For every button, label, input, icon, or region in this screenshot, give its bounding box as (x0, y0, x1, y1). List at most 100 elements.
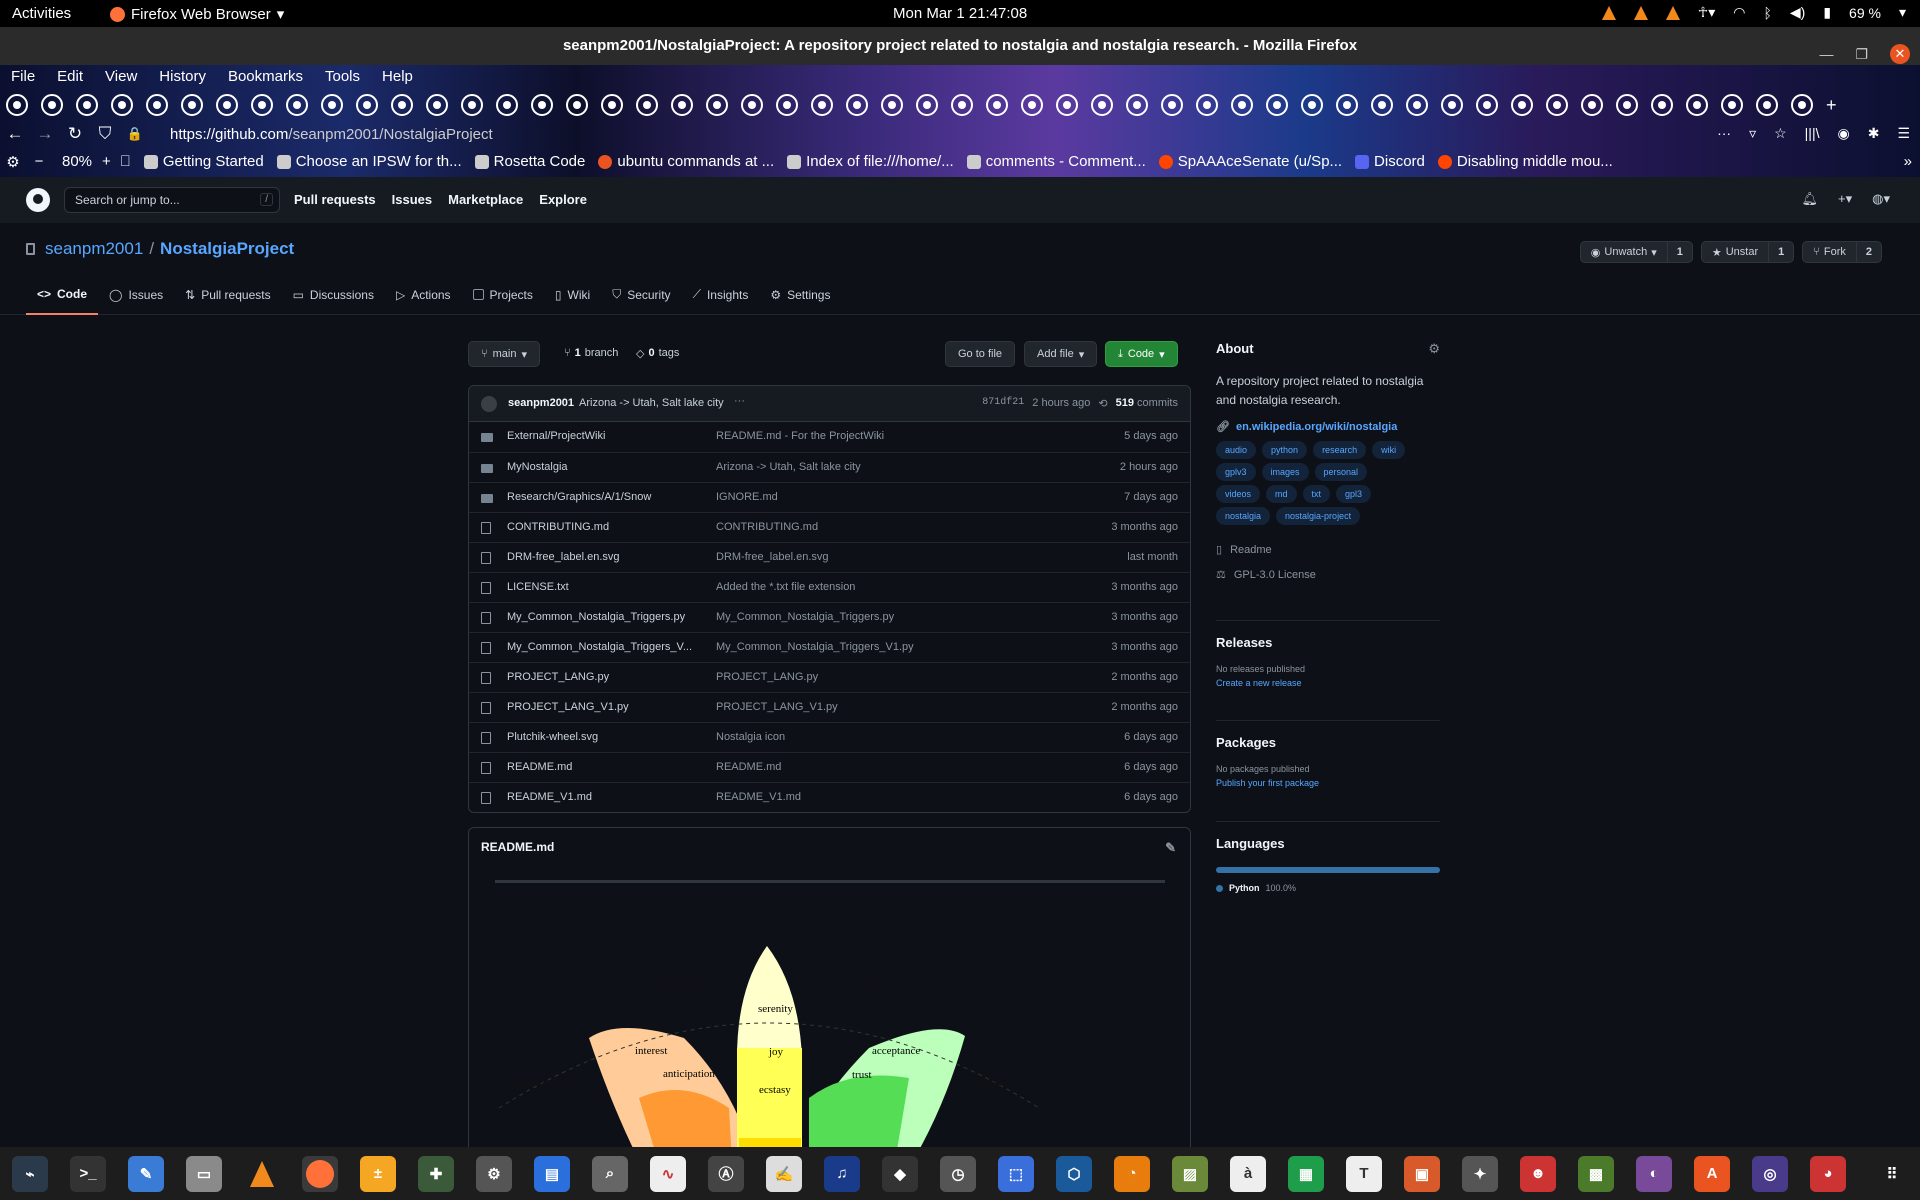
file-commit-message[interactable]: README.md (716, 761, 966, 773)
browser-tab-github-icon[interactable] (1336, 94, 1358, 116)
file-commit-message[interactable]: Nostalgia icon (716, 731, 966, 743)
tab-discussions[interactable]: ▭ Discussions (282, 274, 385, 315)
new-tab-icon[interactable]: + (1826, 95, 1837, 116)
file-row[interactable]: MyNostalgia Arizona -> Utah, Salt lake ci… (469, 452, 1190, 482)
file-name[interactable]: PROJECT_LANG_V1.py (507, 701, 707, 713)
browser-tab-github-icon[interactable] (1476, 94, 1498, 116)
reload-icon[interactable]: ↻ (60, 124, 90, 144)
gear-icon[interactable]: ⚙ (1428, 341, 1440, 357)
vlc-icon[interactable] (1633, 5, 1648, 20)
menu-edit[interactable]: Edit (46, 65, 94, 89)
tab-settings[interactable]: ⚙ Settings (759, 274, 841, 315)
zoom-level[interactable]: 80% (62, 153, 92, 170)
webcam-icon[interactable]: ◎ (1752, 1155, 1788, 1192)
terminal-icon[interactable]: >_ (70, 1155, 106, 1192)
file-name[interactable]: README.md (507, 761, 707, 773)
fork-count[interactable]: 2 (1857, 246, 1881, 258)
browser-tab-github-icon[interactable] (1441, 94, 1463, 116)
file-commit-message[interactable]: PROJECT_LANG_V1.py (716, 701, 966, 713)
browser-tab-github-icon[interactable] (881, 94, 903, 116)
browser-tab-github-icon[interactable] (1511, 94, 1533, 116)
browser-tab-github-icon[interactable] (811, 94, 833, 116)
browser-tab-github-icon[interactable] (1371, 94, 1393, 116)
inkscape-icon[interactable]: ◆ (882, 1155, 918, 1192)
file-name[interactable]: PROJECT_LANG.py (507, 671, 707, 683)
browser-tab-github-icon[interactable] (566, 94, 588, 116)
branch-select-button[interactable]: ⑂ main ▾ (468, 341, 540, 367)
file-commit-message[interactable]: PROJECT_LANG.py (716, 671, 966, 683)
back-icon[interactable]: ← (0, 124, 30, 144)
packages-heading[interactable]: Packages (1216, 735, 1440, 750)
license-link[interactable]: ⚖ GPL-3.0 License (1216, 568, 1440, 582)
text-editor-icon[interactable]: ✎ (128, 1155, 164, 1192)
browser-tab-github-icon[interactable] (1756, 94, 1778, 116)
browser-tab-github-icon[interactable] (531, 94, 553, 116)
vlc-icon[interactable] (1665, 5, 1680, 20)
language-item[interactable]: Python 100.0% (1216, 883, 1440, 893)
browser-tab-github-icon[interactable] (76, 94, 98, 116)
file-row[interactable]: My_Common_Nostalgia_Triggers.py My_Common… (469, 602, 1190, 632)
tab-projects[interactable]: Projects (462, 274, 544, 315)
file-row[interactable]: CONTRIBUTING.md CONTRIBUTING.md 3 months a… (469, 512, 1190, 542)
star-count[interactable]: 1 (1769, 246, 1793, 258)
browser-tab-github-icon[interactable] (1056, 94, 1078, 116)
commits-link[interactable]: 519 commits (1116, 397, 1178, 410)
file-name[interactable]: My_Common_Nostalgia_Triggers.py (507, 611, 707, 623)
file-commit-message[interactable]: Added the *.txt file extension (716, 581, 966, 593)
pencil-icon[interactable]: ✎ (1165, 840, 1176, 856)
browser-tab-github-icon[interactable] (1126, 94, 1148, 116)
repo-name[interactable]: NostalgiaProject (160, 239, 294, 259)
file-row[interactable]: README.md README.md 6 days ago (469, 752, 1190, 782)
browser-tab-github-icon[interactable] (1791, 94, 1813, 116)
browser-tab-github-icon[interactable] (1686, 94, 1708, 116)
file-row[interactable]: External/ProjectWiki README.md - For the … (469, 422, 1190, 452)
browser-tab-github-icon[interactable] (1651, 94, 1673, 116)
commit-sha[interactable]: 871df21 (982, 397, 1024, 410)
file-commit-message[interactable]: IGNORE.md (716, 491, 966, 503)
chevron-down-icon[interactable]: ▾ (1899, 4, 1906, 21)
screenshot-icon[interactable]: ⬚ (998, 1155, 1034, 1192)
tab-actions[interactable]: ▷ Actions (385, 274, 462, 315)
tags-link[interactable]: ◇ 0 tags (636, 347, 679, 360)
browser-tab-github-icon[interactable] (741, 94, 763, 116)
topic-tag[interactable]: videos (1216, 485, 1261, 503)
clock-icon[interactable]: ◷ (940, 1155, 976, 1192)
file-name[interactable]: CONTRIBUTING.md (507, 521, 707, 533)
browser-tab-github-icon[interactable] (601, 94, 623, 116)
screenshot-icon[interactable]: ⎕ (121, 153, 130, 170)
notifications-icon[interactable]: 🔔︎ (1801, 191, 1818, 207)
software-center-icon[interactable]: A (1694, 1155, 1730, 1192)
file-commit-message[interactable]: My_Common_Nostalgia_Triggers_V1.py (716, 641, 966, 653)
close-icon[interactable]: ✕ (1890, 44, 1910, 64)
menu-help[interactable]: Help (371, 65, 424, 89)
bookmarks-overflow-icon[interactable]: » (1904, 153, 1912, 170)
topic-tag[interactable]: nostalgia-project (1276, 507, 1361, 525)
clock[interactable]: Mon Mar 1 21:47:08 (893, 5, 1027, 22)
topic-tag[interactable]: wiki (1372, 441, 1406, 459)
file-name[interactable]: LICENSE.txt (507, 581, 707, 593)
releases-heading[interactable]: Releases (1216, 635, 1440, 650)
browser-tab-github-icon[interactable] (286, 94, 308, 116)
vlc-icon[interactable] (244, 1156, 280, 1192)
code-button[interactable]: ⤓ Code ▾ (1105, 341, 1178, 367)
create-new-icon[interactable]: +▾ (1838, 191, 1852, 207)
bookmark-item[interactable]: ubuntu commands at ... (598, 153, 774, 170)
browser-tab-github-icon[interactable] (321, 94, 343, 116)
file-row[interactable]: Plutchik-wheel.svg Nostalgia icon 6 days a… (469, 722, 1190, 752)
browser-tab-github-icon[interactable] (41, 94, 63, 116)
system-tray[interactable]: ☥▾ ◠ ᛒ ◀) ▮ 69 % ▾ (1601, 4, 1906, 21)
document-viewer-icon[interactable]: ▤ (534, 1155, 570, 1192)
menu-view[interactable]: View (94, 65, 148, 89)
unwatch-button[interactable]: ◉ Unwatch ▾ 1 (1579, 241, 1693, 263)
github-logo-icon[interactable] (26, 188, 50, 212)
file-row[interactable]: PROJECT_LANG_V1.py PROJECT_LANG_V1.py 2 mo… (469, 692, 1190, 722)
typora-icon[interactable]: T (1346, 1155, 1382, 1192)
browser-tab-github-icon[interactable] (1196, 94, 1218, 116)
tab-wiki[interactable]: ▯ Wiki (544, 274, 601, 315)
add-file-button[interactable]: Add file ▾ (1024, 341, 1098, 367)
calculator-icon[interactable]: ± (360, 1155, 396, 1192)
browser-tab-github-icon[interactable] (426, 94, 448, 116)
document-icon[interactable]: ✍ (766, 1155, 802, 1192)
files-icon[interactable]: ▭ (186, 1155, 222, 1192)
gimp-icon[interactable]: ✦ (1462, 1155, 1498, 1192)
